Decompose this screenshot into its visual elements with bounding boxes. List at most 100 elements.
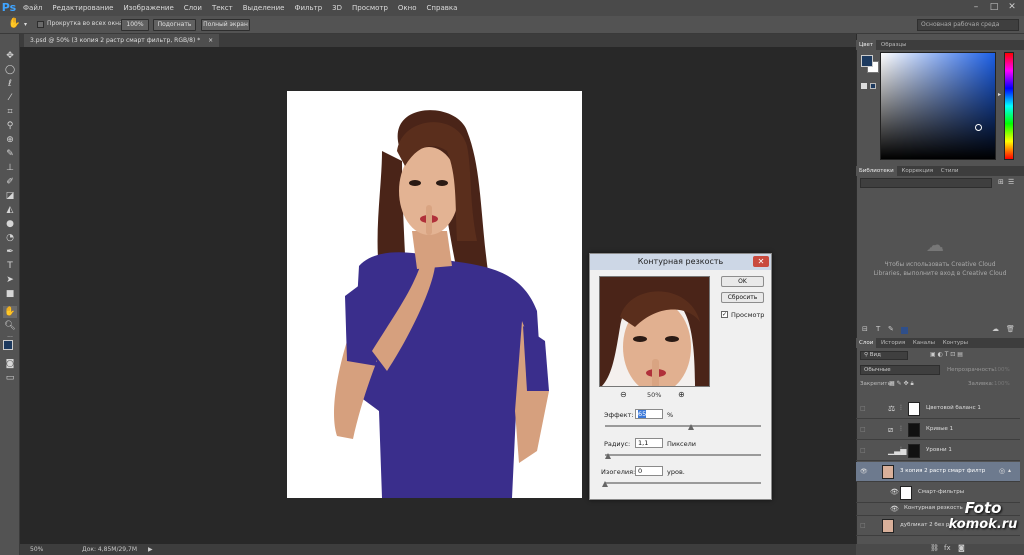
- add-graphic-icon[interactable]: ⊟: [862, 325, 868, 333]
- add-style-icon[interactable]: ✎: [888, 325, 894, 333]
- quick-mask-icon[interactable]: ◙: [3, 358, 17, 370]
- color-field[interactable]: [880, 52, 996, 160]
- quick-select-tool-icon[interactable]: ⁄: [3, 92, 17, 104]
- visibility-toggle[interactable]: □: [860, 522, 868, 530]
- visibility-toggle[interactable]: □: [860, 405, 868, 413]
- layer-filter-icons[interactable]: ▣ ◐ T ⊡ ▤: [930, 351, 990, 360]
- tab-swatches[interactable]: Образцы: [878, 40, 910, 50]
- visibility-toggle[interactable]: □: [860, 426, 868, 434]
- workspace-select[interactable]: Основная рабочая среда: [917, 19, 1019, 31]
- hue-slider-arrow-icon[interactable]: ▸: [998, 91, 1001, 98]
- dialog-preview-image[interactable]: [599, 276, 710, 387]
- radius-slider-track[interactable]: [605, 454, 761, 456]
- document-tab[interactable]: 3.psd @ 50% (3 копия 2 растр смарт фильт…: [24, 34, 220, 47]
- status-zoom[interactable]: 50%: [30, 544, 43, 555]
- menu-layers[interactable]: Слои: [179, 0, 207, 16]
- link-layers-icon[interactable]: ⛓︎: [930, 544, 939, 552]
- visibility-toggle[interactable]: □: [860, 447, 868, 455]
- minimize-icon[interactable]: –: [970, 2, 982, 13]
- threshold-slider-track[interactable]: [605, 482, 761, 484]
- tab-adjustments[interactable]: Коррекция: [898, 166, 936, 176]
- brush-tool-icon[interactable]: ✎: [3, 148, 17, 160]
- lasso-tool-icon[interactable]: ℓ: [3, 78, 17, 90]
- effect-input[interactable]: 65: [635, 409, 663, 419]
- threshold-input[interactable]: 0: [635, 466, 663, 476]
- trash-icon[interactable]: 🗑︎: [1006, 325, 1015, 333]
- expand-toggle-icon[interactable]: ▴: [1008, 467, 1011, 474]
- menu-window[interactable]: Окно: [393, 0, 422, 16]
- tab-paths[interactable]: Контуры: [940, 338, 971, 348]
- tab-libraries[interactable]: Библиотеки: [856, 166, 897, 176]
- web-safe-color-swatch[interactable]: [870, 83, 876, 89]
- ok-button[interactable]: OK: [721, 276, 764, 287]
- gradient-tool-icon[interactable]: ◭: [3, 204, 17, 216]
- radius-input[interactable]: 1,1: [635, 438, 663, 448]
- menu-edit[interactable]: Редактирование: [47, 0, 118, 16]
- preview-checkbox[interactable]: ✓: [721, 311, 728, 318]
- visibility-eye-icon[interactable]: 👁︎: [890, 505, 899, 513]
- screen-mode-icon[interactable]: ▭: [3, 372, 17, 384]
- list-view-icon[interactable]: ☰: [1008, 178, 1014, 186]
- stamp-tool-icon[interactable]: ⊥: [3, 162, 17, 174]
- menu-type[interactable]: Текст: [207, 0, 238, 16]
- menu-help[interactable]: Справка: [422, 0, 463, 16]
- crop-tool-icon[interactable]: ⌗: [3, 106, 17, 118]
- visibility-eye-icon[interactable]: 👁︎: [890, 488, 899, 496]
- radius-slider-thumb[interactable]: [605, 453, 612, 459]
- zoom-out-icon[interactable]: ⊖: [620, 390, 627, 399]
- layer-row-selected[interactable]: 👁︎ 3 копия 2 растр смарт филтр ◎ ▴: [856, 462, 1020, 482]
- eyedropper-tool-icon[interactable]: ⚲: [3, 120, 17, 132]
- warning-icon[interactable]: [861, 83, 867, 89]
- tab-layers[interactable]: Слои: [856, 338, 877, 348]
- tab-color[interactable]: Цвет: [856, 40, 877, 50]
- tab-close-icon[interactable]: ×: [208, 37, 213, 44]
- zoom-100-button[interactable]: 100%: [121, 19, 149, 31]
- threshold-slider-thumb[interactable]: [602, 481, 608, 487]
- tab-history[interactable]: История: [878, 338, 908, 348]
- add-color-icon[interactable]: [901, 327, 908, 334]
- hand-tool-icon[interactable]: ✋: [8, 18, 20, 29]
- path-select-tool-icon[interactable]: ➤: [3, 274, 17, 286]
- layer-filter-select[interactable]: ⚲ Вид: [860, 351, 908, 360]
- color-panel-foreground-swatch[interactable]: [861, 55, 873, 67]
- foreground-color-swatch[interactable]: [3, 340, 13, 350]
- healing-tool-icon[interactable]: ⊕: [3, 134, 17, 146]
- color-picker-ring[interactable]: [975, 124, 982, 131]
- close-icon[interactable]: ✕: [1006, 2, 1018, 13]
- effect-slider-track[interactable]: [605, 425, 761, 427]
- menu-3d[interactable]: 3D: [327, 0, 347, 16]
- menu-file[interactable]: Файл: [18, 0, 47, 16]
- blend-mode-select[interactable]: Обычные: [860, 365, 940, 375]
- dodge-tool-icon[interactable]: ◔: [3, 232, 17, 244]
- zoom-tool-icon[interactable]: 🔍︎: [3, 320, 17, 332]
- scroll-all-windows-checkbox[interactable]: [37, 21, 44, 28]
- maximize-icon[interactable]: □: [988, 2, 1000, 13]
- hue-slider[interactable]: [1004, 52, 1014, 160]
- layer-row[interactable]: □ ▁▃▅ ⫶ Уровни 1: [856, 441, 1020, 461]
- blur-tool-icon[interactable]: ●: [3, 218, 17, 230]
- shape-tool-icon[interactable]: ■: [3, 288, 17, 300]
- hand-tool-icon[interactable]: ✋: [3, 306, 17, 318]
- tool-preset-dropdown-icon[interactable]: ▾: [24, 21, 27, 28]
- add-text-icon[interactable]: T: [876, 325, 880, 333]
- tab-channels[interactable]: Каналы: [910, 338, 938, 348]
- visibility-eye-icon[interactable]: 👁︎: [860, 468, 868, 476]
- tab-styles[interactable]: Стили: [938, 166, 962, 176]
- document-canvas-image[interactable]: [287, 91, 582, 498]
- full-screen-button[interactable]: Полный экран: [201, 19, 250, 31]
- eraser-tool-icon[interactable]: ◪: [3, 190, 17, 202]
- layer-row[interactable]: □ ⧄ ⫶ Кривые 1: [856, 420, 1020, 440]
- layer-row[interactable]: □ ⚖ ⫶ Цветовой баланс 1: [856, 399, 1020, 419]
- history-brush-icon[interactable]: ✐: [3, 176, 17, 188]
- grid-view-icon[interactable]: ⊞: [998, 178, 1004, 186]
- reset-button[interactable]: Сбросить: [721, 292, 764, 303]
- type-tool-icon[interactable]: T: [3, 260, 17, 272]
- dialog-close-button[interactable]: ✕: [753, 256, 769, 267]
- status-arrow-icon[interactable]: ▶: [148, 544, 153, 555]
- move-tool-icon[interactable]: ✥: [3, 50, 17, 62]
- menu-filter[interactable]: Фильтр: [289, 0, 327, 16]
- menu-image[interactable]: Изображение: [118, 0, 178, 16]
- marquee-tool-icon[interactable]: ◯: [3, 64, 17, 76]
- lock-icons[interactable]: ▦ ✎ ✥ 🔒︎: [889, 380, 914, 388]
- effect-slider-thumb[interactable]: [687, 424, 694, 430]
